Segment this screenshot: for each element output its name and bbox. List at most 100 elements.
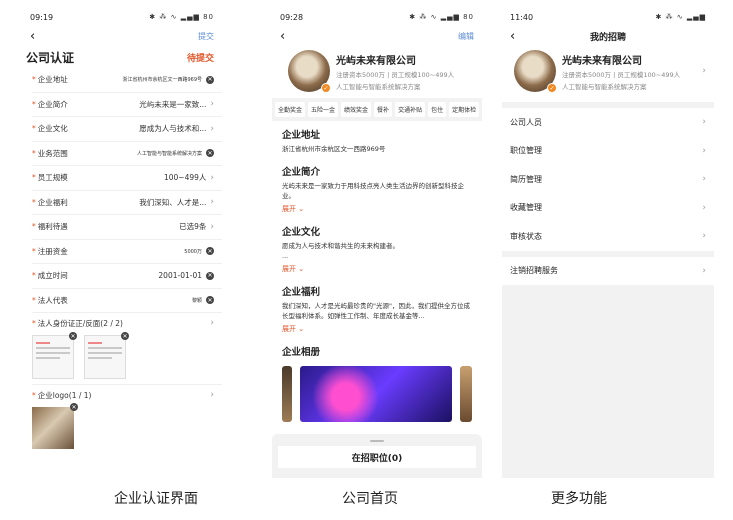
chevron-down-icon: ⌄ [298,324,305,333]
form-value: 黎颖 ✕ [191,296,214,305]
form-row[interactable]: * 注册资金 5000万 ✕ [32,240,222,264]
form-row[interactable]: * 成立时间 2001-01-01 ✕ [32,264,222,289]
submit-button[interactable]: 提交 [198,31,214,42]
logout-recruit-service[interactable]: 注销招聘服务 › [502,257,714,286]
album-photo[interactable] [282,365,292,422]
welfare-tag: 全勤奖金 [275,102,306,117]
menu-item[interactable]: 简历管理 › [502,165,714,194]
company-meta: 注册资本5000万 | 员工规模100~499人 [562,70,681,79]
company-logo-avatar: ✓ [288,50,331,93]
remove-icon[interactable]: ✕ [70,403,78,411]
address-section: 企业地址 浙江省杭州市余杭区文一西路969号 [272,121,482,158]
nav-bar: ‹ 编辑 [272,26,482,46]
chevron-right-icon: › [210,390,214,400]
menu-item[interactable]: 职位管理 › [502,137,714,166]
form-row[interactable]: * 企业福利 我们深知、人才是... › [32,191,222,215]
company-business: 人工智能与智能系统解决方案 [336,82,421,91]
drag-handle[interactable] [370,440,384,442]
chevron-right-icon: › [210,99,214,110]
form-label: * 法人代表 [32,295,68,305]
welfare-tag: 定期体检 [449,102,480,117]
form-label: * 企业文化 [32,124,68,134]
album-photo[interactable] [300,365,452,422]
id-card-upload[interactable]: * 法人身份证正/反面(2 / 2) › ✕ ✕ [32,313,222,385]
chevron-right-icon: › [702,145,706,156]
clear-icon[interactable]: ✕ [206,296,214,305]
section-title: 企业相册 [282,346,321,358]
form-value: 5000万 ✕ [184,247,214,256]
clear-icon[interactable]: ✕ [206,149,214,158]
album-photo[interactable] [460,365,472,422]
form-value: 已选9条 › [179,221,214,232]
back-arrow-icon[interactable]: ‹ [30,30,35,43]
status-time: 09:28 [280,12,304,22]
chevron-right-icon: › [702,231,706,242]
chevron-right-icon: › [210,318,214,328]
chevron-right-icon: › [210,197,214,208]
menu-item-label: 审核状态 [510,231,542,241]
menu-item-label: 简历管理 [510,174,542,184]
form-row[interactable]: * 员工规模 100~499人 › [32,166,222,191]
form-row[interactable]: * 法人代表 黎颖 ✕ [32,289,222,313]
form-row[interactable]: * 企业文化 愿成为人与技术和... › [32,117,222,142]
company-logo-avatar: ✓ [514,50,557,93]
menu-item[interactable]: 公司人员 › [502,108,714,137]
form-row[interactable]: * 企业简介 光屿未来是一家致... › [32,93,222,117]
form-label: * 企业简介 [32,99,68,109]
page-title: 我的招聘 [589,32,626,43]
expand-button[interactable]: 展开 ⌄ [282,324,472,334]
menu-item[interactable]: 收藏管理 › [502,194,714,223]
company-name: 光屿未来有限公司 [562,55,642,67]
status-bar: 09:28 ✱ ⁂ ∿ ▂▄▆ 80 [272,8,482,26]
remove-icon[interactable]: ✕ [69,332,77,340]
remove-icon[interactable]: ✕ [121,332,129,340]
menu-item-label: 职位管理 [510,146,542,156]
form-value: 愿成为人与技术和... › [139,123,214,134]
form-label: * 注册资金 [32,246,68,256]
chevron-right-icon: › [210,123,214,134]
welfare-tag: 绩效奖金 [341,102,372,117]
form-row[interactable]: * 业务范围 人工智能与智能系统解决方案 ✕ [32,142,222,166]
id-card-back-thumbnail[interactable]: ✕ [84,332,129,379]
back-arrow-icon[interactable]: ‹ [280,30,285,43]
form-value: 人工智能与智能系统解决方案 ✕ [136,149,214,158]
menu-item-label: 公司人员 [510,117,542,127]
form-value: 100~499人 › [163,172,214,183]
form-row[interactable]: * 企业地址 浙江省杭州市余杭区文一西路969号 ✕ [32,68,222,93]
menu-item-label: 收藏管理 [510,203,542,213]
photo-album [272,364,482,422]
title-row: 公司认证 待提交 [22,46,222,68]
company-header: ✓ 光屿未来有限公司 注册资本5000万 | 员工规模100~499人 人工智能… [272,46,482,98]
menu-item[interactable]: 审核状态 › [502,222,714,251]
expand-button[interactable]: 展开 ⌄ [282,204,472,214]
logo-thumbnail[interactable]: ✕ [32,403,78,449]
expand-button[interactable]: 展开 ⌄ [282,264,472,274]
company-card[interactable]: ✓ 光屿未来有限公司 注册资本5000万 | 员工规模100~499人 人工智能… [502,46,714,102]
welfare-tag: 餐补 [374,102,393,117]
form-row[interactable]: * 福利待遇 已选9条 › [32,215,222,240]
caption-company-home: 公司首页 [342,491,398,507]
form-label: * 福利待遇 [32,222,68,232]
form-label: * 企业地址 [32,75,68,85]
welfare-tag: 五险一金 [308,102,339,117]
clear-icon[interactable]: ✕ [206,271,214,280]
chevron-down-icon: ⌄ [298,265,305,274]
company-home-screen: 09:28 ✱ ⁂ ∿ ▂▄▆ 80 ‹ 编辑 ✓ 光屿未来有限公司 注册资本5… [272,8,482,478]
status-time: 09:19 [30,12,54,22]
section-body: 我们深知，人才是光屿最珍贵的"光源"，因此，我们提供全方位成长型福利体系。如弹性… [282,302,470,320]
edit-button[interactable]: 编辑 [458,31,474,42]
form-label: * 企业福利 [32,197,68,207]
form-value: 我们深知、人才是... › [139,197,214,208]
company-business: 人工智能与智能系统解决方案 [562,82,647,91]
logo-upload-label: * 企业logo(1 / 1) [32,391,92,400]
clear-icon[interactable]: ✕ [206,247,214,256]
open-jobs-button[interactable]: 在招职位(0) [278,446,476,468]
caption-more-features: 更多功能 [551,491,607,507]
section-body: 浙江省杭州市余杭区文一西路969号 [282,145,386,153]
id-card-front-thumbnail[interactable]: ✕ [32,332,77,379]
section-title: 企业文化 [282,227,321,239]
section-title: 企业地址 [282,130,321,141]
clear-icon[interactable]: ✕ [206,75,214,84]
verified-icon: ✓ [547,83,557,93]
logo-upload[interactable]: * 企业logo(1 / 1) › ✕ [32,385,222,454]
